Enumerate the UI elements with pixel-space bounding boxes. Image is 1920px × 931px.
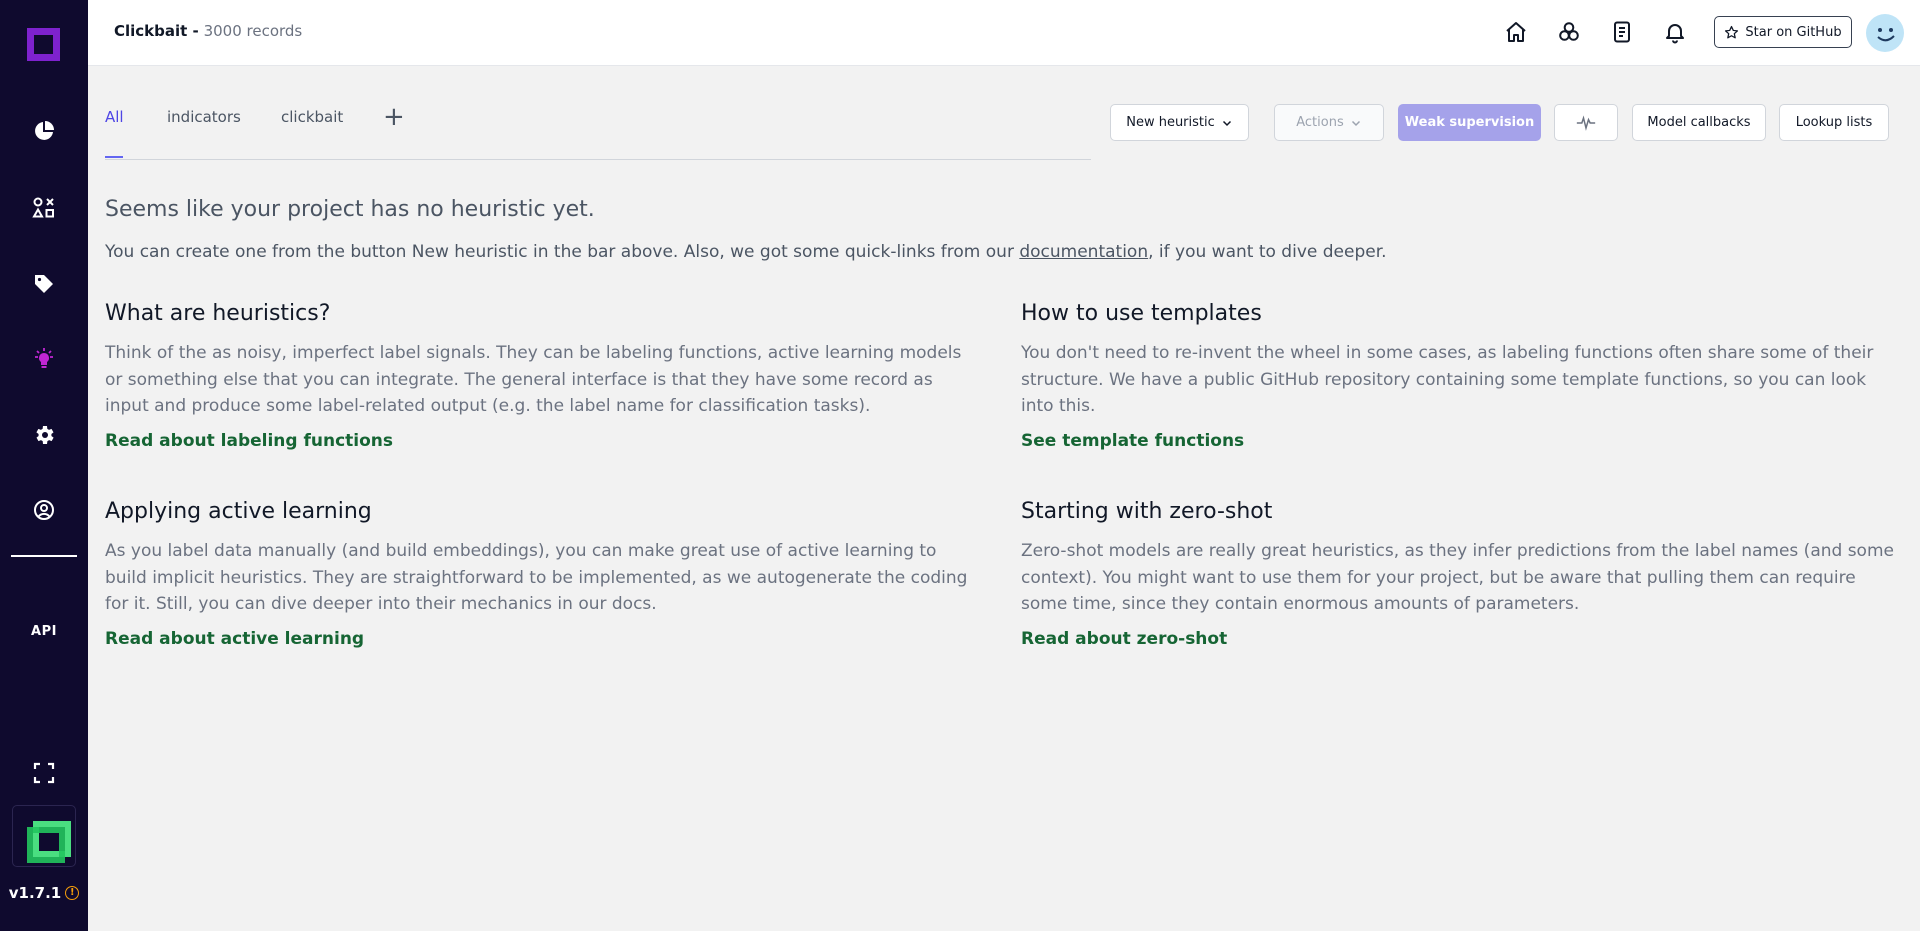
- model-callbacks-button[interactable]: Model callbacks: [1632, 104, 1766, 141]
- record-count: 3000 records: [203, 22, 303, 40]
- template-functions-link[interactable]: See template functions: [1021, 431, 1244, 451]
- actions-dropdown[interactable]: Actions: [1274, 104, 1384, 141]
- notification-bell-icon[interactable]: [1661, 18, 1689, 46]
- waveform-button[interactable]: [1554, 104, 1618, 141]
- documentation-link[interactable]: documentation: [1019, 242, 1148, 262]
- tab-all[interactable]: All: [105, 108, 124, 126]
- active-tab-indicator: [105, 156, 123, 158]
- zero-shot-link[interactable]: Read about zero-shot: [1021, 629, 1227, 649]
- lookup-lists-button[interactable]: Lookup lists: [1779, 104, 1889, 141]
- card-active-learning: Applying active learning As you label da…: [105, 499, 975, 649]
- star-icon: [1725, 25, 1739, 38]
- overview-pie-icon[interactable]: [29, 116, 59, 146]
- add-tab-icon[interactable]: +: [383, 104, 405, 130]
- version-info: v1.7.1 !: [0, 884, 88, 902]
- lookup-lists-label: Lookup lists: [1795, 115, 1873, 130]
- kern-refinery-logo[interactable]: [12, 805, 76, 867]
- waveform-icon: [1576, 114, 1596, 131]
- tab-clickbait[interactable]: clickbait: [281, 108, 343, 126]
- star-github-label: Star on GitHub: [1745, 24, 1842, 40]
- empty-state-text: You can create one from the button New h…: [105, 242, 1387, 262]
- document-icon[interactable]: [1608, 18, 1636, 46]
- actions-label: Actions: [1296, 115, 1344, 130]
- settings-gear-icon[interactable]: [29, 420, 59, 450]
- chevron-down-icon: [1222, 120, 1231, 126]
- heuristic-tabs: All indicators clickbait +: [105, 104, 1091, 160]
- card-title: Starting with zero-shot: [1021, 499, 1273, 524]
- page-title: Clickbait - 3000 records: [114, 22, 302, 40]
- project-name: Clickbait -: [114, 22, 199, 40]
- card-title: What are heuristics?: [105, 301, 331, 326]
- card-body: You don't need to re-invent the wheel in…: [1021, 343, 1874, 416]
- version-label: v1.7.1: [8, 884, 62, 902]
- active-learning-link[interactable]: Read about active learning: [105, 629, 364, 649]
- intro-text-before: You can create one from the button New h…: [105, 242, 1020, 262]
- card-body: Think of the as noisy, imperfect label s…: [105, 343, 962, 416]
- home-icon[interactable]: [1502, 18, 1530, 46]
- card-templates: How to use templates You don't need to r…: [1021, 301, 1901, 451]
- card-body: Zero-shot models are really great heuris…: [1021, 541, 1894, 614]
- api-link[interactable]: API: [0, 624, 88, 639]
- card-body: As you label data manually (and build em…: [105, 541, 968, 614]
- heuristics-bulb-icon[interactable]: [29, 344, 59, 374]
- card-zero-shot: Starting with zero-shot Zero-shot models…: [1021, 499, 1901, 649]
- fullscreen-icon[interactable]: [29, 758, 59, 788]
- card-heuristics: What are heuristics? Think of the as noi…: [105, 301, 975, 451]
- account-user-icon[interactable]: [29, 495, 59, 525]
- data-browser-icon[interactable]: [29, 193, 59, 223]
- labeling-tag-icon[interactable]: [29, 269, 59, 299]
- card-title: How to use templates: [1021, 301, 1262, 326]
- card-title: Applying active learning: [105, 499, 372, 524]
- intro-text-after: , if you want to dive deeper.: [1148, 242, 1387, 262]
- chevron-down-icon: [1351, 120, 1360, 126]
- sidebar-divider: [11, 555, 77, 557]
- kern-logo-icon[interactable]: [27, 28, 60, 61]
- top-header: Clickbait - 3000 records Star on GitHub: [88, 0, 1920, 66]
- avatar-face-icon: [1877, 28, 1895, 42]
- new-heuristic-button[interactable]: New heuristic: [1110, 104, 1249, 141]
- weak-supervision-label: Weak supervision: [1404, 115, 1535, 130]
- tab-indicators[interactable]: indicators: [167, 108, 241, 126]
- update-warning-icon[interactable]: !: [65, 886, 80, 900]
- labeling-functions-link[interactable]: Read about labeling functions: [105, 431, 393, 451]
- star-github-button[interactable]: Star on GitHub: [1714, 16, 1852, 48]
- model-callbacks-label: Model callbacks: [1647, 115, 1751, 130]
- circles-icon[interactable]: [1555, 18, 1583, 46]
- weak-supervision-button[interactable]: Weak supervision: [1398, 104, 1541, 141]
- empty-state-heading: Seems like your project has no heuristic…: [105, 197, 595, 222]
- sidebar: API v1.7.1 !: [0, 0, 88, 931]
- user-avatar[interactable]: [1866, 14, 1904, 52]
- new-heuristic-label: New heuristic: [1126, 115, 1215, 130]
